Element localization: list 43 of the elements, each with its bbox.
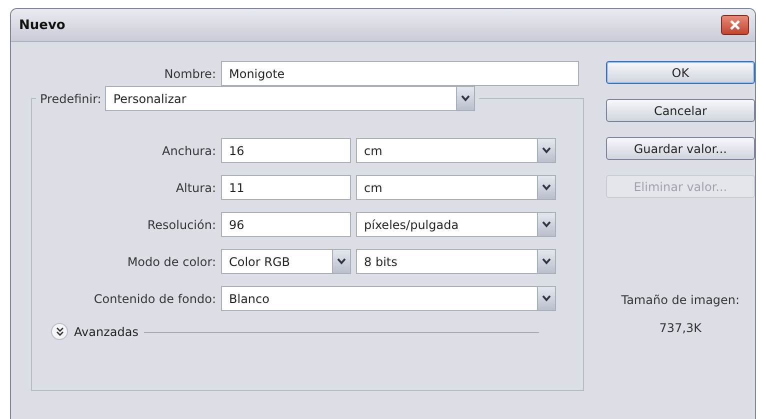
caret-icon	[542, 221, 551, 228]
field-label: Nombre:	[163, 66, 216, 80]
caret-icon	[542, 258, 551, 265]
caret-icon	[542, 147, 551, 154]
name-field[interactable]: Monigote	[221, 61, 579, 86]
value-field[interactable]: 96	[221, 212, 351, 237]
value-field[interactable]: 16	[221, 138, 351, 163]
caret-icon	[337, 258, 346, 265]
image-size-value: 737,3K	[659, 321, 702, 335]
value-field[interactable]: 11	[221, 175, 351, 200]
dialog-button[interactable]: Cancelar	[606, 99, 755, 122]
dropdown-button[interactable]	[537, 250, 555, 273]
unit-select[interactable]: cm	[356, 138, 556, 163]
image-size-label: Tamaño de imagen:	[621, 293, 740, 307]
unit-select[interactable]: cm	[356, 175, 556, 200]
field-label: Resolución:	[146, 218, 216, 232]
dropdown-button[interactable]	[456, 87, 474, 110]
field-label: Altura:	[174, 180, 216, 194]
dropdown-button[interactable]	[537, 176, 555, 199]
color-mode-select[interactable]: Color RGB	[221, 249, 351, 274]
dropdown-button[interactable]	[537, 287, 555, 310]
bit-depth-select[interactable]: 8 bits	[356, 249, 556, 274]
window-title: Nuevo	[19, 18, 66, 32]
field-label: Contenido de fondo:	[92, 292, 216, 306]
field-label: Modo de color:	[126, 254, 216, 268]
dialog-button[interactable]: OK	[606, 61, 755, 84]
unit-select[interactable]: píxeles/pulgada	[356, 212, 556, 237]
close-button[interactable]	[721, 15, 749, 35]
field-label: Predefinir:	[40, 92, 102, 106]
chevron-icon	[56, 327, 64, 336]
caret-icon	[542, 295, 551, 302]
caret-icon	[461, 95, 470, 102]
dialog-button[interactable]: Guardar valor...	[606, 137, 755, 160]
dropdown-button[interactable]	[537, 139, 555, 162]
close-icon	[729, 19, 741, 31]
caret-icon	[542, 184, 551, 191]
expand-button[interactable]	[51, 323, 68, 340]
dropdown-button[interactable]	[537, 213, 555, 236]
preset-select[interactable]: Personalizar	[105, 86, 476, 111]
advanced-label: Avanzadas	[74, 324, 138, 338]
field-label: Anchura:	[161, 144, 216, 158]
background-select[interactable]: Blanco	[221, 286, 556, 311]
dropdown-button[interactable]	[332, 250, 350, 273]
